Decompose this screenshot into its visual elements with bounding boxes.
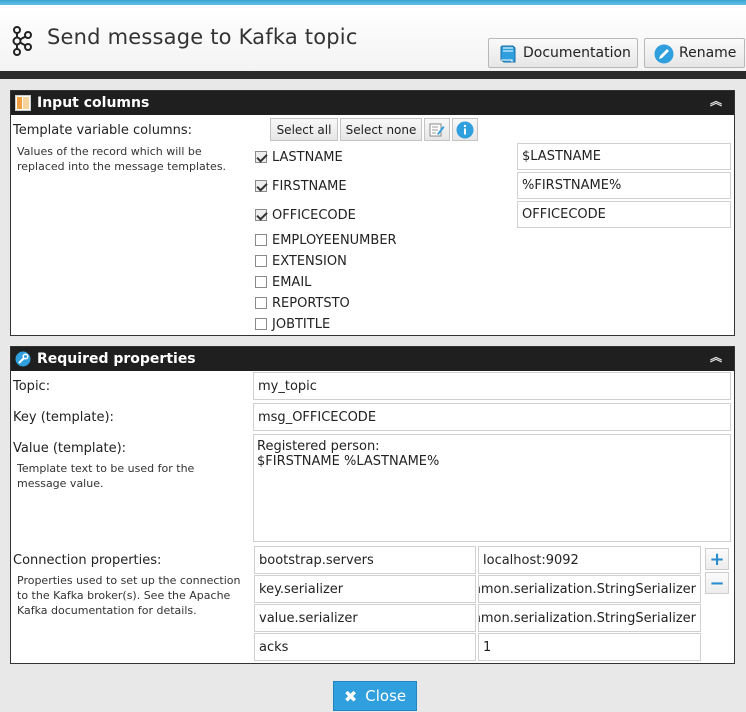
connection-key-input[interactable]: acks bbox=[254, 633, 476, 661]
connection-value-input[interactable]: localhost:9092 bbox=[478, 546, 701, 574]
column-row-officecode[interactable]: OFFICECODE bbox=[255, 206, 356, 224]
email-checkbox[interactable] bbox=[255, 276, 267, 288]
connection-properties-label: Connection properties: bbox=[13, 553, 162, 568]
template-variable-label: Template variable columns: bbox=[13, 123, 193, 138]
close-button[interactable]: ✖ Close bbox=[333, 681, 417, 711]
input-columns-header[interactable]: Input columns ︽ bbox=[11, 91, 734, 115]
column-name: EMPLOYEENUMBER bbox=[272, 232, 397, 248]
officecode-checkbox[interactable] bbox=[255, 209, 267, 221]
column-name: JOBTITLE bbox=[272, 316, 331, 332]
column-name: FIRSTNAME bbox=[272, 178, 347, 194]
column-row-reportsto[interactable]: REPORTSTO bbox=[255, 294, 350, 312]
column-name: LASTNAME bbox=[272, 149, 343, 165]
input-columns-title: Input columns bbox=[37, 95, 150, 111]
column-name: OFFICECODE bbox=[272, 207, 356, 223]
connection-key-input[interactable]: value.serializer bbox=[254, 604, 476, 632]
collapse-chevron-icon[interactable]: ︽ bbox=[710, 95, 722, 107]
jobtitle-checkbox[interactable] bbox=[255, 318, 267, 330]
firstname-variable-input[interactable]: %FIRSTNAME% bbox=[517, 172, 731, 199]
lastname-variable-input[interactable]: $LASTNAME bbox=[517, 143, 731, 170]
add-property-button[interactable]: + bbox=[705, 548, 729, 570]
book-icon bbox=[500, 45, 516, 63]
documentation-button[interactable]: Documentation bbox=[488, 38, 638, 68]
required-properties-header[interactable]: Required properties ︽ bbox=[11, 347, 734, 371]
template-variable-hint: Values of the record which will be repla… bbox=[17, 145, 227, 173]
connection-key-input[interactable]: bootstrap.servers bbox=[254, 546, 476, 574]
rename-label: Rename bbox=[679, 45, 737, 61]
connection-properties-hint: Properties used to set up the connection… bbox=[17, 574, 241, 617]
employeenumber-checkbox[interactable] bbox=[255, 234, 267, 246]
column-row-email[interactable]: EMAIL bbox=[255, 273, 311, 291]
wrench-icon bbox=[15, 351, 31, 367]
info-icon bbox=[456, 121, 474, 138]
key-template-input[interactable]: msg_OFFICECODE bbox=[253, 403, 731, 431]
column-row-employeenumber[interactable]: EMPLOYEENUMBER bbox=[255, 231, 397, 249]
select-all-button[interactable]: Select all bbox=[270, 118, 338, 141]
close-label: Close bbox=[365, 687, 407, 705]
required-properties-title: Required properties bbox=[37, 351, 196, 367]
firstname-checkbox[interactable] bbox=[255, 180, 267, 192]
close-icon: ✖ bbox=[343, 686, 358, 706]
connection-key-input[interactable]: key.serializer bbox=[254, 575, 476, 603]
documentation-label: Documentation bbox=[523, 45, 631, 61]
value-template-hint: Template text to be used for the message… bbox=[17, 462, 195, 490]
select-none-button[interactable]: Select none bbox=[340, 118, 422, 141]
value-template-label: Value (template): bbox=[13, 441, 127, 456]
table-icon bbox=[15, 95, 31, 111]
column-name: REPORTSTO bbox=[272, 295, 350, 311]
edit-note-icon bbox=[429, 123, 445, 136]
reportsto-checkbox[interactable] bbox=[255, 297, 267, 309]
collapse-chevron-icon[interactable]: ︽ bbox=[710, 351, 722, 363]
extension-checkbox[interactable] bbox=[255, 255, 267, 267]
dialog-title: Send message to Kafka topic bbox=[47, 25, 358, 49]
pencil-icon bbox=[654, 44, 674, 64]
topic-input[interactable]: my_topic bbox=[253, 372, 731, 400]
remove-property-button[interactable]: − bbox=[705, 572, 729, 594]
header-divider bbox=[0, 71, 746, 79]
lastname-checkbox[interactable] bbox=[255, 151, 267, 163]
column-name: EXTENSION bbox=[272, 253, 347, 269]
info-button[interactable] bbox=[452, 118, 478, 141]
topic-label: Topic: bbox=[13, 379, 51, 394]
column-row-lastname[interactable]: LASTNAME bbox=[255, 148, 343, 166]
dialog-header: Send message to Kafka topic Documentatio… bbox=[0, 5, 746, 71]
officecode-variable-input[interactable]: OFFICECODE bbox=[517, 201, 731, 228]
connection-value-input[interactable]: org.apache.kafka.common.serialization.St… bbox=[478, 575, 701, 603]
connection-value-input[interactable]: 1 bbox=[478, 633, 701, 661]
rename-button[interactable]: Rename bbox=[644, 38, 745, 68]
column-row-jobtitle[interactable]: JOBTITLE bbox=[255, 315, 330, 333]
value-template-textarea[interactable]: Registered person: $FIRSTNAME %LASTNAME% bbox=[253, 434, 731, 542]
column-row-extension[interactable]: EXTENSION bbox=[255, 252, 347, 270]
column-name: EMAIL bbox=[272, 274, 312, 290]
connection-value-input[interactable]: org.apache.kafka.common.serialization.St… bbox=[478, 604, 701, 632]
column-row-firstname[interactable]: FIRSTNAME bbox=[255, 177, 347, 195]
key-template-label: Key (template): bbox=[13, 410, 114, 425]
edit-template-button[interactable] bbox=[424, 118, 450, 141]
kafka-logo-icon bbox=[12, 26, 32, 56]
